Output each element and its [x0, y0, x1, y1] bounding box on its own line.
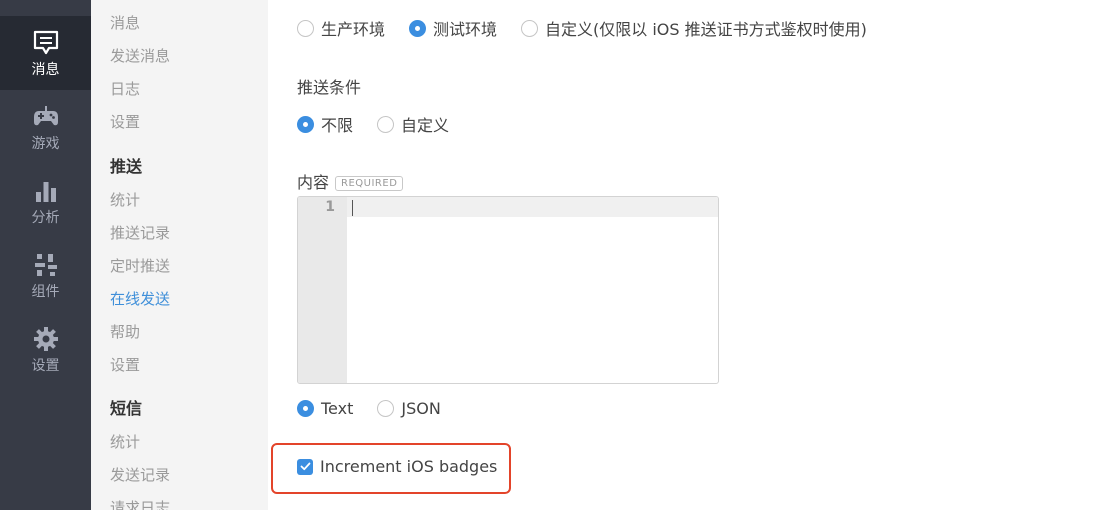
radio-indicator[interactable]	[521, 19, 539, 37]
subnav-item-push-settings[interactable]: 设置	[110, 355, 140, 375]
content-code-editor[interactable]: 1	[297, 196, 719, 384]
subnav-item-sms-records[interactable]: 发送记录	[110, 465, 170, 485]
subnav-item-log[interactable]: 日志	[110, 79, 140, 99]
subnav-item-push-help[interactable]: 帮助	[110, 322, 140, 342]
icon-rail: 消息 游戏 分析 组件 设置	[0, 0, 91, 510]
radio-label: 自定义	[401, 116, 450, 135]
radio-label: 生产环境	[321, 20, 386, 39]
gear-icon	[33, 326, 58, 351]
checkbox-checked-icon[interactable]	[297, 458, 313, 475]
subnav-item-scheduled-push[interactable]: 定时推送	[110, 256, 170, 276]
radio-indicator[interactable]	[297, 19, 314, 37]
condition-radio-group: 不限 自定义	[297, 112, 473, 136]
rail-item-components[interactable]: 组件	[0, 238, 91, 312]
radio-custom-environment[interactable]: 自定义(仅限以 iOS 推送证书方式鉴权时使用)	[521, 16, 867, 40]
format-radio-group: Text JSON	[297, 399, 465, 418]
subnav-heading-sms: 短信	[110, 399, 143, 418]
radio-label: 自定义(仅限以 iOS 推送证书方式鉴权时使用)	[545, 20, 867, 39]
radio-custom-condition[interactable]: 自定义	[377, 112, 449, 136]
radio-label: JSON	[401, 399, 441, 418]
rail-item-settings[interactable]: 设置	[0, 312, 91, 386]
radio-indicator[interactable]	[297, 115, 314, 133]
push-condition-label: 推送条件	[297, 78, 362, 97]
rail-label: 组件	[31, 283, 60, 300]
increment-ios-badges-checkbox[interactable]: Increment iOS badges	[297, 457, 497, 476]
radio-label: 测试环境	[433, 20, 498, 39]
main-panel: 生产环境 测试环境 自定义(仅限以 iOS 推送证书方式鉴权时使用) 推送条件 …	[268, 0, 1098, 510]
subnav-item-online-send[interactable]: 在线发送	[110, 289, 170, 309]
subnav-item-message-settings[interactable]: 设置	[110, 112, 140, 132]
radio-unlimited[interactable]: 不限	[297, 112, 353, 136]
bar-chart-icon	[35, 181, 56, 202]
subnav-item-push-records[interactable]: 推送记录	[110, 223, 170, 243]
rail-label: 设置	[31, 357, 60, 374]
radio-label: 不限	[321, 116, 354, 135]
radio-indicator[interactable]	[377, 115, 395, 133]
radio-text[interactable]: Text	[297, 399, 353, 418]
subnav-item-messages[interactable]: 消息	[110, 13, 140, 33]
sub-navigation: 消息 发送消息 日志 设置 推送 统计 推送记录 定时推送 在线发送 帮助 设置…	[91, 0, 268, 510]
rail-item-messages[interactable]: 消息	[0, 16, 91, 90]
subnav-item-request-log[interactable]: 请求日志	[110, 498, 170, 510]
app-root: 消息 游戏 分析 组件 设置 消息 发送消息 日志 设置 推送 统计 推送记录 …	[0, 0, 1098, 510]
checkmark-icon	[300, 462, 310, 471]
rail-label: 消息	[31, 61, 60, 78]
radio-indicator[interactable]	[377, 400, 395, 417]
radio-testing[interactable]: 测试环境	[409, 16, 497, 40]
radio-label: Text	[321, 399, 354, 418]
message-icon	[33, 30, 58, 54]
content-label: 内容	[297, 173, 330, 192]
content-text-area[interactable]	[347, 197, 718, 383]
radio-indicator[interactable]	[297, 400, 314, 417]
radio-json[interactable]: JSON	[377, 399, 441, 418]
line-number-gutter: 1	[298, 197, 347, 383]
radio-production[interactable]: 生产环境	[297, 16, 385, 40]
rail-label: 游戏	[31, 135, 60, 152]
line-number: 1	[325, 199, 335, 215]
subnav-heading-push: 推送	[110, 157, 143, 176]
content-label-row: 内容 REQUIRED	[297, 169, 404, 193]
subnav-item-sms-stats[interactable]: 统计	[110, 432, 140, 452]
components-icon	[34, 253, 57, 276]
rail-item-games[interactable]: 游戏	[0, 90, 91, 164]
subnav-item-send-message[interactable]: 发送消息	[110, 46, 170, 66]
subnav-item-push-stats[interactable]: 统计	[110, 190, 140, 210]
radio-indicator[interactable]	[409, 19, 427, 37]
rail-item-analytics[interactable]: 分析	[0, 164, 91, 238]
rail-label: 分析	[31, 209, 60, 226]
environment-radio-group: 生产环境 测试环境 自定义(仅限以 iOS 推送证书方式鉴权时使用)	[297, 16, 891, 40]
checkbox-label: Increment iOS badges	[320, 457, 498, 476]
text-cursor	[352, 200, 353, 216]
gamepad-icon	[33, 105, 58, 125]
required-badge: REQUIRED	[335, 176, 404, 191]
